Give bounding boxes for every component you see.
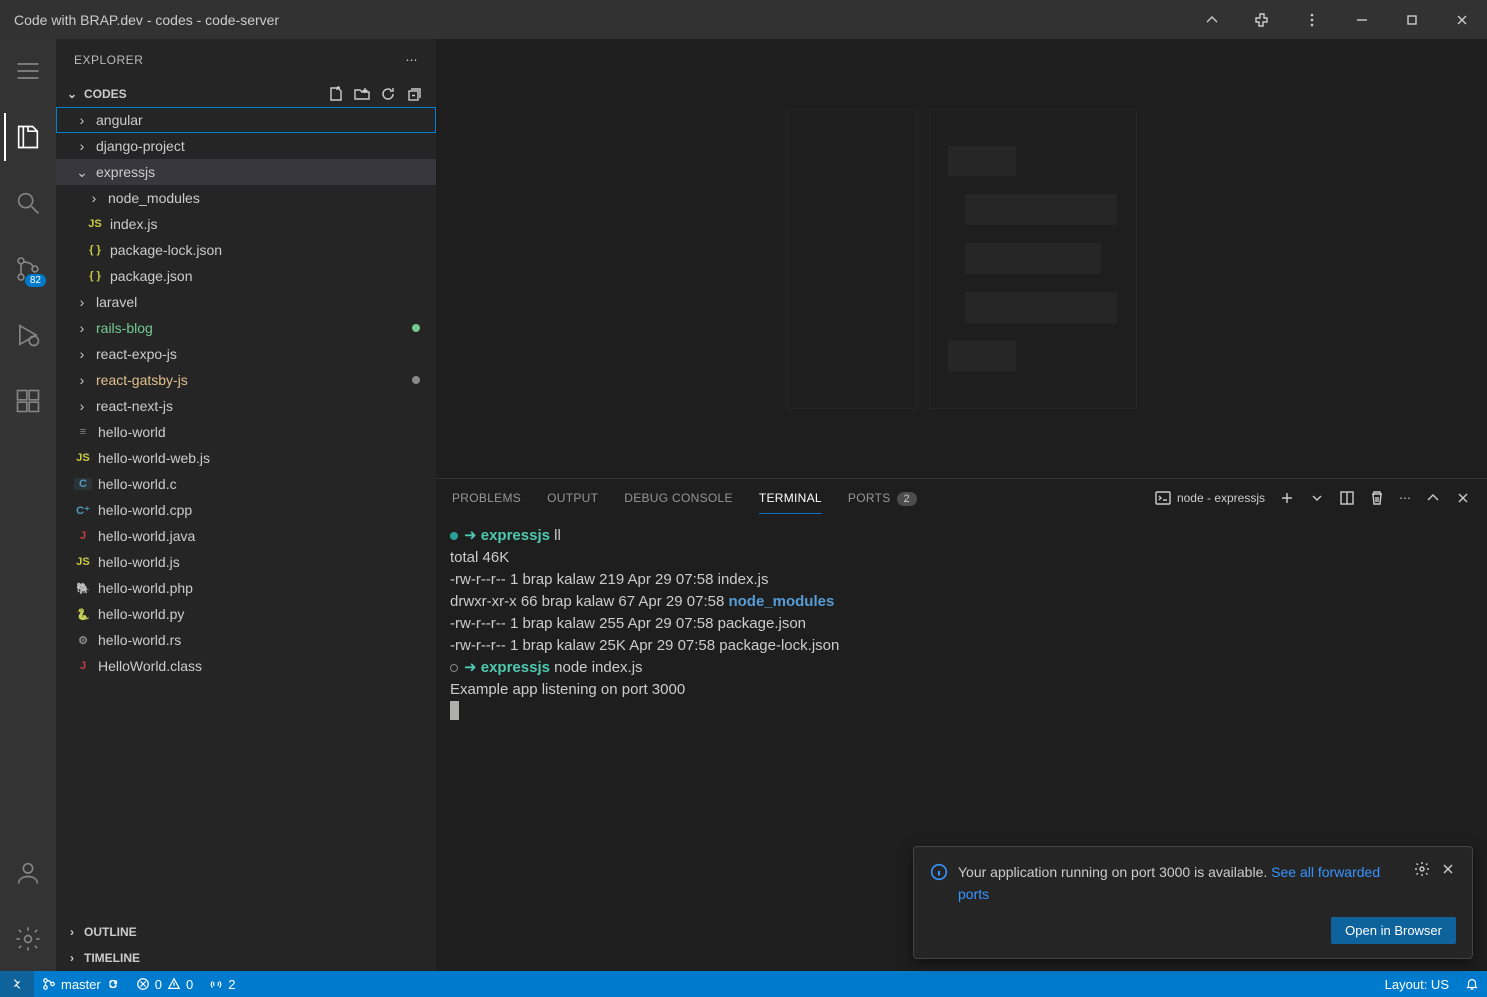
tab-terminal[interactable]: TERMINAL (759, 483, 822, 514)
folder-rails-blog[interactable]: ›rails-blog (56, 315, 436, 341)
statusbar: master 0 0 2 Layout: US (0, 971, 1487, 997)
folder-react-expo-js[interactable]: ›react-expo-js (56, 341, 436, 367)
terminal-selector[interactable]: node - expressjs (1155, 490, 1265, 506)
tab-problems[interactable]: PROBLEMS (452, 483, 521, 513)
placeholder-graphic (787, 109, 1137, 409)
outline-section[interactable]: ›OUTLINE (56, 919, 436, 945)
tab-ports[interactable]: PORTS2 (848, 483, 917, 513)
extension-icon[interactable] (1237, 0, 1287, 39)
problems-status[interactable]: 0 0 (128, 971, 201, 997)
file-hello-world[interactable]: ≡hello-world (56, 419, 436, 445)
sidebar-title: EXPLORER (74, 53, 143, 67)
notification-toast: Your application running on port 3000 is… (913, 846, 1473, 959)
sidebar-header: EXPLORER ⋯ (56, 39, 436, 81)
source-control-icon[interactable]: 82 (4, 245, 52, 293)
notification-gear-icon[interactable] (1414, 861, 1430, 877)
file-hello-world-java[interactable]: Jhello-world.java (56, 523, 436, 549)
search-icon[interactable] (4, 179, 52, 227)
sidebar: EXPLORER ⋯ ⌄ CODES ›angular ›django-proj… (56, 39, 436, 971)
folder-react-next-js[interactable]: ›react-next-js (56, 393, 436, 419)
file-hello-world-php[interactable]: 🐘hello-world.php (56, 575, 436, 601)
scm-badge: 82 (25, 274, 46, 287)
maximize-panel-icon[interactable] (1425, 490, 1441, 506)
folder-expressjs[interactable]: ⌄expressjs (56, 159, 436, 185)
minimize-button[interactable] (1337, 0, 1387, 39)
file-hello-world-c[interactable]: Chello-world.c (56, 471, 436, 497)
notifications-icon[interactable] (1457, 977, 1487, 991)
titlebar-actions (1187, 0, 1487, 39)
main-area: 82 EXPLORER ⋯ ⌄ CODES ›angular (0, 39, 1487, 971)
panel-tabs: PROBLEMS OUTPUT DEBUG CONSOLE TERMINAL P… (436, 479, 1487, 517)
file-hello-world-py[interactable]: 🐍hello-world.py (56, 601, 436, 627)
file-hello-world-js[interactable]: JShello-world.js (56, 549, 436, 575)
file-hello-world-web-js[interactable]: JShello-world-web.js (56, 445, 436, 471)
activity-bar: 82 (0, 39, 56, 971)
info-icon (930, 863, 948, 881)
menu-icon[interactable] (4, 47, 52, 95)
folder-angular[interactable]: ›angular (56, 107, 436, 133)
folder-react-gatsby-js[interactable]: ›react-gatsby-js (56, 367, 436, 393)
titlebar: Code with BRAP.dev - codes - code-server (0, 0, 1487, 39)
maximize-button[interactable] (1387, 0, 1437, 39)
open-in-browser-button[interactable]: Open in Browser (1331, 917, 1456, 944)
accounts-icon[interactable] (4, 849, 52, 897)
sidebar-more-icon[interactable]: ⋯ (406, 53, 419, 67)
file-helloworld-class[interactable]: JHelloWorld.class (56, 653, 436, 679)
panel-more-icon[interactable]: ⋯ (1399, 491, 1411, 505)
notification-close-icon[interactable] (1440, 861, 1456, 877)
tab-debug-console[interactable]: DEBUG CONSOLE (624, 483, 733, 513)
close-button[interactable] (1437, 0, 1487, 39)
explorer-icon[interactable] (4, 113, 52, 161)
timeline-section[interactable]: ›TIMELINE (56, 945, 436, 971)
layout-status[interactable]: Layout: US (1377, 977, 1457, 992)
refresh-icon[interactable] (380, 86, 396, 102)
close-panel-icon[interactable] (1455, 490, 1471, 506)
more-icon[interactable] (1287, 0, 1337, 39)
file-tree: ›angular ›django-project ⌄expressjs ›nod… (56, 107, 436, 919)
remote-button[interactable] (0, 971, 34, 997)
ports-badge: 2 (897, 492, 917, 506)
file-hello-world-cpp[interactable]: C⁺hello-world.cpp (56, 497, 436, 523)
split-terminal-icon[interactable] (1339, 490, 1355, 506)
settings-icon[interactable] (4, 915, 52, 963)
editor-area: PROBLEMS OUTPUT DEBUG CONSOLE TERMINAL P… (436, 39, 1487, 971)
notification-text: Your application running on port 3000 is… (958, 861, 1404, 905)
file-index-js[interactable]: JSindex.js (56, 211, 436, 237)
window-title: Code with BRAP.dev - codes - code-server (14, 12, 279, 28)
extensions-icon[interactable] (4, 377, 52, 425)
new-folder-icon[interactable] (354, 86, 370, 102)
codes-label: CODES (84, 87, 127, 101)
new-file-icon[interactable] (328, 86, 344, 102)
terminal-cursor (450, 701, 459, 720)
tab-output[interactable]: OUTPUT (547, 483, 598, 513)
chevron-up-icon[interactable] (1187, 0, 1237, 39)
folder-django-project[interactable]: ›django-project (56, 133, 436, 159)
new-terminal-icon[interactable] (1279, 490, 1295, 506)
file-package-lock-json[interactable]: { }package-lock.json (56, 237, 436, 263)
terminal-dropdown-icon[interactable] (1309, 490, 1325, 506)
file-hello-world-rs[interactable]: ⚙hello-world.rs (56, 627, 436, 653)
codes-section-header[interactable]: ⌄ CODES (56, 81, 436, 107)
folder-laravel[interactable]: ›laravel (56, 289, 436, 315)
kill-terminal-icon[interactable] (1369, 490, 1385, 506)
editor-placeholder (436, 39, 1487, 478)
folder-node-modules[interactable]: ›node_modules (56, 185, 436, 211)
collapse-all-icon[interactable] (406, 86, 422, 102)
file-package-json[interactable]: { }package.json (56, 263, 436, 289)
git-branch[interactable]: master (34, 971, 128, 997)
ports-status[interactable]: 2 (201, 971, 243, 997)
run-debug-icon[interactable] (4, 311, 52, 359)
